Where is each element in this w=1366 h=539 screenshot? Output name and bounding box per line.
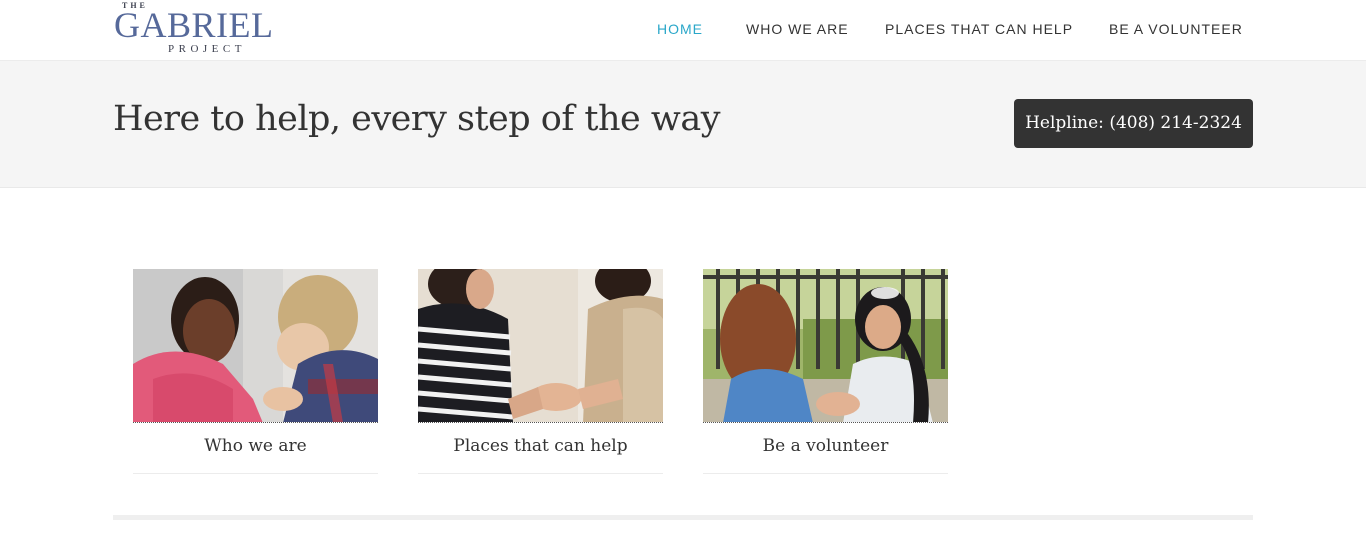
logo-main-text: GABRIEL xyxy=(114,5,274,45)
card-divider xyxy=(703,473,948,474)
card-label-places-that-can-help[interactable]: Places that can help xyxy=(418,436,663,456)
card-places-that-can-help[interactable]: Places that can help xyxy=(418,269,663,474)
card-label-be-a-volunteer[interactable]: Be a volunteer xyxy=(703,436,948,456)
card-divider xyxy=(418,473,663,474)
nav-item-who-we-are[interactable]: WHO WE ARE xyxy=(746,21,849,37)
card-who-we-are[interactable]: Who we are xyxy=(133,269,378,474)
site-header: THE GABRIEL PROJECT HOME WHO WE ARE PLAC… xyxy=(0,0,1366,61)
logo-sub-text: PROJECT xyxy=(168,43,246,55)
places-that-can-help-photo[interactable] xyxy=(418,269,663,423)
be-a-volunteer-photo[interactable] xyxy=(703,269,948,423)
helpline-button[interactable]: Helpline: (408) 214-2324 xyxy=(1014,99,1253,148)
page-banner: Here to help, every step of the way Help… xyxy=(0,61,1366,188)
nav-item-places-that-can-help[interactable]: PLACES THAT CAN HELP xyxy=(885,21,1073,37)
who-we-are-photo[interactable] xyxy=(133,269,378,423)
card-be-a-volunteer[interactable]: Be a volunteer xyxy=(703,269,948,474)
page-title: Here to help, every step of the way xyxy=(113,99,720,139)
card-divider xyxy=(133,473,378,474)
section-divider xyxy=(113,515,1253,520)
gabriel-project-logo[interactable]: THE GABRIEL PROJECT xyxy=(114,0,274,58)
nav-item-be-a-volunteer[interactable]: BE A VOLUNTEER xyxy=(1109,21,1243,37)
nav-item-home[interactable]: HOME xyxy=(657,21,703,37)
card-label-who-we-are[interactable]: Who we are xyxy=(133,436,378,456)
